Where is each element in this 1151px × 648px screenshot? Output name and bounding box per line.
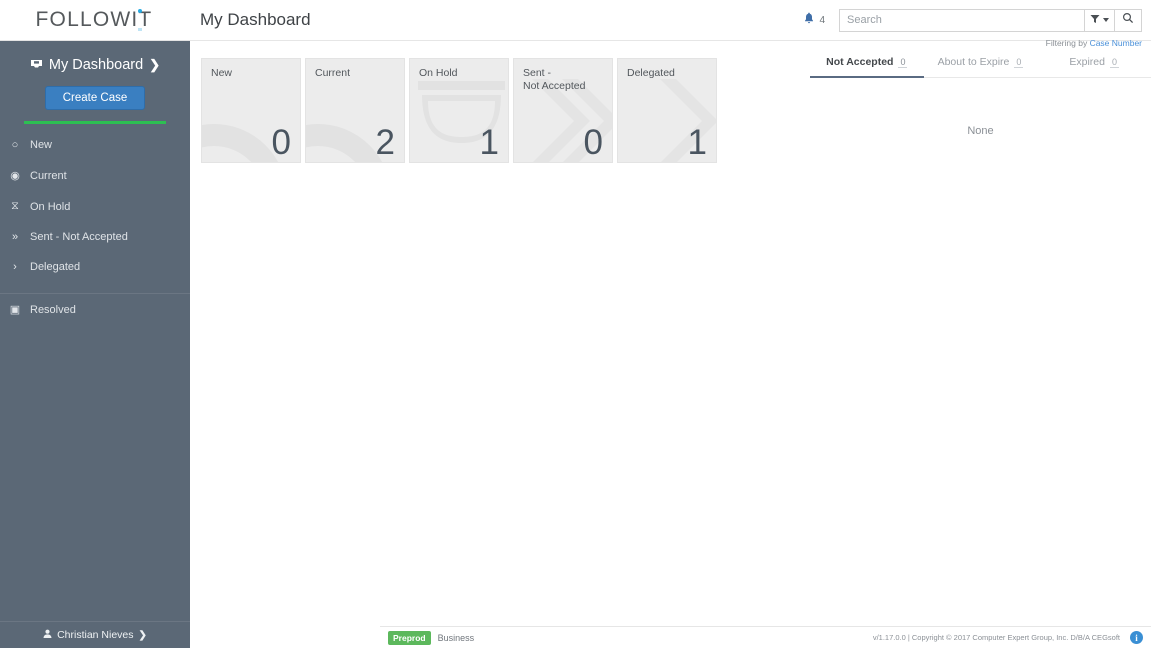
search-input[interactable] bbox=[839, 8, 1084, 32]
sidebar-item-label: On Hold bbox=[30, 200, 71, 213]
status-card-value: 0 bbox=[583, 123, 603, 162]
info-icon[interactable]: i bbox=[1130, 631, 1143, 644]
sidebar: FOLLOWIT My Dashboard ❯ Create Case ○ Ne… bbox=[0, 0, 190, 648]
status-card-label: New bbox=[211, 67, 233, 79]
tab-count: 0 bbox=[898, 57, 908, 68]
status-card-value: 0 bbox=[271, 123, 291, 162]
search-group bbox=[839, 8, 1142, 32]
status-card-value: 2 bbox=[375, 123, 395, 162]
chevron-right-icon: ❯ bbox=[138, 629, 147, 641]
tab-count: 0 bbox=[1014, 57, 1024, 68]
bell-icon bbox=[804, 11, 814, 29]
footer: Preprod Business v/1.17.0.0 | Copyright … bbox=[380, 626, 1151, 648]
tab-about-to-expire[interactable]: About to Expire 0 bbox=[924, 49, 1038, 77]
content-area: New 0 Current 2 On Hold 1 Sent - Not Acc… bbox=[190, 41, 1151, 648]
sidebar-item-resolved[interactable]: ▣ Resolved bbox=[0, 294, 190, 325]
logo-underdot-icon bbox=[138, 28, 143, 31]
search-button[interactable] bbox=[1114, 8, 1142, 32]
sidebar-item-label: Delegated bbox=[30, 261, 81, 273]
hourglass-icon: ⧖ bbox=[11, 200, 19, 212]
tab-expired[interactable]: Expired 0 bbox=[1037, 49, 1151, 77]
search-icon bbox=[1122, 11, 1134, 29]
top-bar: My Dashboard 4 Search Filtering by Case … bbox=[190, 0, 1151, 48]
sidebar-item-new[interactable]: ○ New bbox=[0, 130, 190, 160]
user-icon bbox=[43, 629, 52, 641]
sidebar-dashboard-label: My Dashboard bbox=[48, 57, 144, 73]
filter-dropdown-button[interactable] bbox=[1084, 8, 1114, 32]
status-card-on-hold[interactable]: On Hold 1 bbox=[409, 58, 509, 163]
sidebar-dashboard-header[interactable]: My Dashboard ❯ bbox=[0, 41, 190, 73]
status-card-delegated[interactable]: Delegated 1 bbox=[617, 58, 717, 163]
brand-logo[interactable]: FOLLOWIT bbox=[0, 0, 190, 41]
sidebar-item-delegated[interactable]: › Delegated bbox=[0, 252, 190, 282]
sidebar-user-name: Christian Nieves bbox=[57, 629, 134, 641]
sidebar-divider-green bbox=[24, 121, 166, 124]
page-title: My Dashboard bbox=[200, 10, 311, 29]
tab-label: Expired bbox=[1069, 56, 1105, 68]
footer-right: v/1.17.0.0 | Copyright © 2017 Computer E… bbox=[873, 631, 1143, 644]
status-card-label: Current bbox=[315, 67, 351, 79]
alerts-panel: Not Accepted 0 About to Expire 0 Expired 0 … bbox=[810, 41, 1151, 648]
status-card-sent-not-accepted[interactable]: Sent - Not Accepted 0 bbox=[513, 58, 613, 163]
circle-outline-icon: ○ bbox=[11, 139, 19, 151]
top-bar-right: 4 Search Filtering by Case Number bbox=[804, 8, 1151, 48]
sidebar-item-label: Resolved bbox=[30, 303, 76, 316]
tab-label: Not Accepted bbox=[826, 56, 894, 68]
copyright-text: v/1.17.0.0 | Copyright © 2017 Computer E… bbox=[872, 633, 1120, 642]
sidebar-item-on-hold[interactable]: ⧖ On Hold bbox=[0, 191, 190, 222]
status-cards-area: New 0 Current 2 On Hold 1 Sent - Not Acc… bbox=[190, 41, 810, 648]
main-area: My Dashboard 4 Search Filtering by Case … bbox=[190, 0, 1151, 648]
target-icon: ◉ bbox=[10, 170, 20, 182]
status-card-label: Sent - Not Accepted bbox=[523, 67, 586, 92]
tab-count: 0 bbox=[1109, 57, 1119, 68]
notifications-button[interactable]: 4 bbox=[804, 11, 825, 29]
status-card-label: On Hold bbox=[419, 67, 458, 79]
create-case-wrap: Create Case bbox=[0, 86, 190, 110]
sidebar-item-label: Current bbox=[30, 169, 67, 182]
env-label: Business bbox=[437, 632, 475, 643]
chevron-right-icon: ❯ bbox=[149, 57, 161, 72]
alerts-tabs: Not Accepted 0 About to Expire 0 Expired 0 bbox=[810, 49, 1151, 78]
inbox-icon bbox=[30, 59, 43, 71]
sidebar-item-label: New bbox=[30, 139, 53, 151]
chevron-right-icon: › bbox=[13, 261, 17, 273]
logo-label: FOLLOWIT bbox=[35, 8, 153, 31]
alerts-empty-text: None bbox=[967, 125, 994, 137]
status-card-label: Delegated bbox=[627, 67, 675, 79]
sidebar-item-label: Sent - Not Accepted bbox=[30, 231, 128, 243]
sidebar-item-current[interactable]: ◉ Current bbox=[0, 160, 190, 191]
sidebar-item-sent-not-accepted[interactable]: » Sent - Not Accepted bbox=[0, 222, 190, 252]
status-card-new[interactable]: New 0 bbox=[201, 58, 301, 163]
logo-text: FOLLOWIT bbox=[36, 8, 155, 32]
tab-label: About to Expire bbox=[937, 56, 1010, 68]
archive-box-icon: ▣ bbox=[9, 304, 21, 316]
notification-count: 4 bbox=[819, 14, 825, 26]
env-badge: Preprod bbox=[388, 630, 431, 645]
status-card-current[interactable]: Current 2 bbox=[305, 58, 405, 163]
app-root: FOLLOWIT My Dashboard ❯ Create Case ○ Ne… bbox=[0, 0, 1151, 648]
status-cards: New 0 Current 2 On Hold 1 Sent - Not Acc… bbox=[201, 58, 810, 163]
status-card-value: 1 bbox=[687, 123, 707, 162]
create-case-button[interactable]: Create Case bbox=[44, 86, 146, 110]
tab-not-accepted[interactable]: Not Accepted 0 bbox=[810, 49, 924, 78]
double-chevron-right-icon: » bbox=[11, 231, 19, 243]
sidebar-user-menu[interactable]: Christian Nieves ❯ bbox=[0, 621, 190, 648]
status-card-value: 1 bbox=[479, 123, 499, 162]
sidebar-nav: ○ New ◉ Current ⧖ On Hold » Sent - Not A… bbox=[0, 130, 190, 325]
funnel-icon bbox=[1090, 11, 1100, 29]
chevron-down-icon bbox=[1103, 18, 1109, 22]
